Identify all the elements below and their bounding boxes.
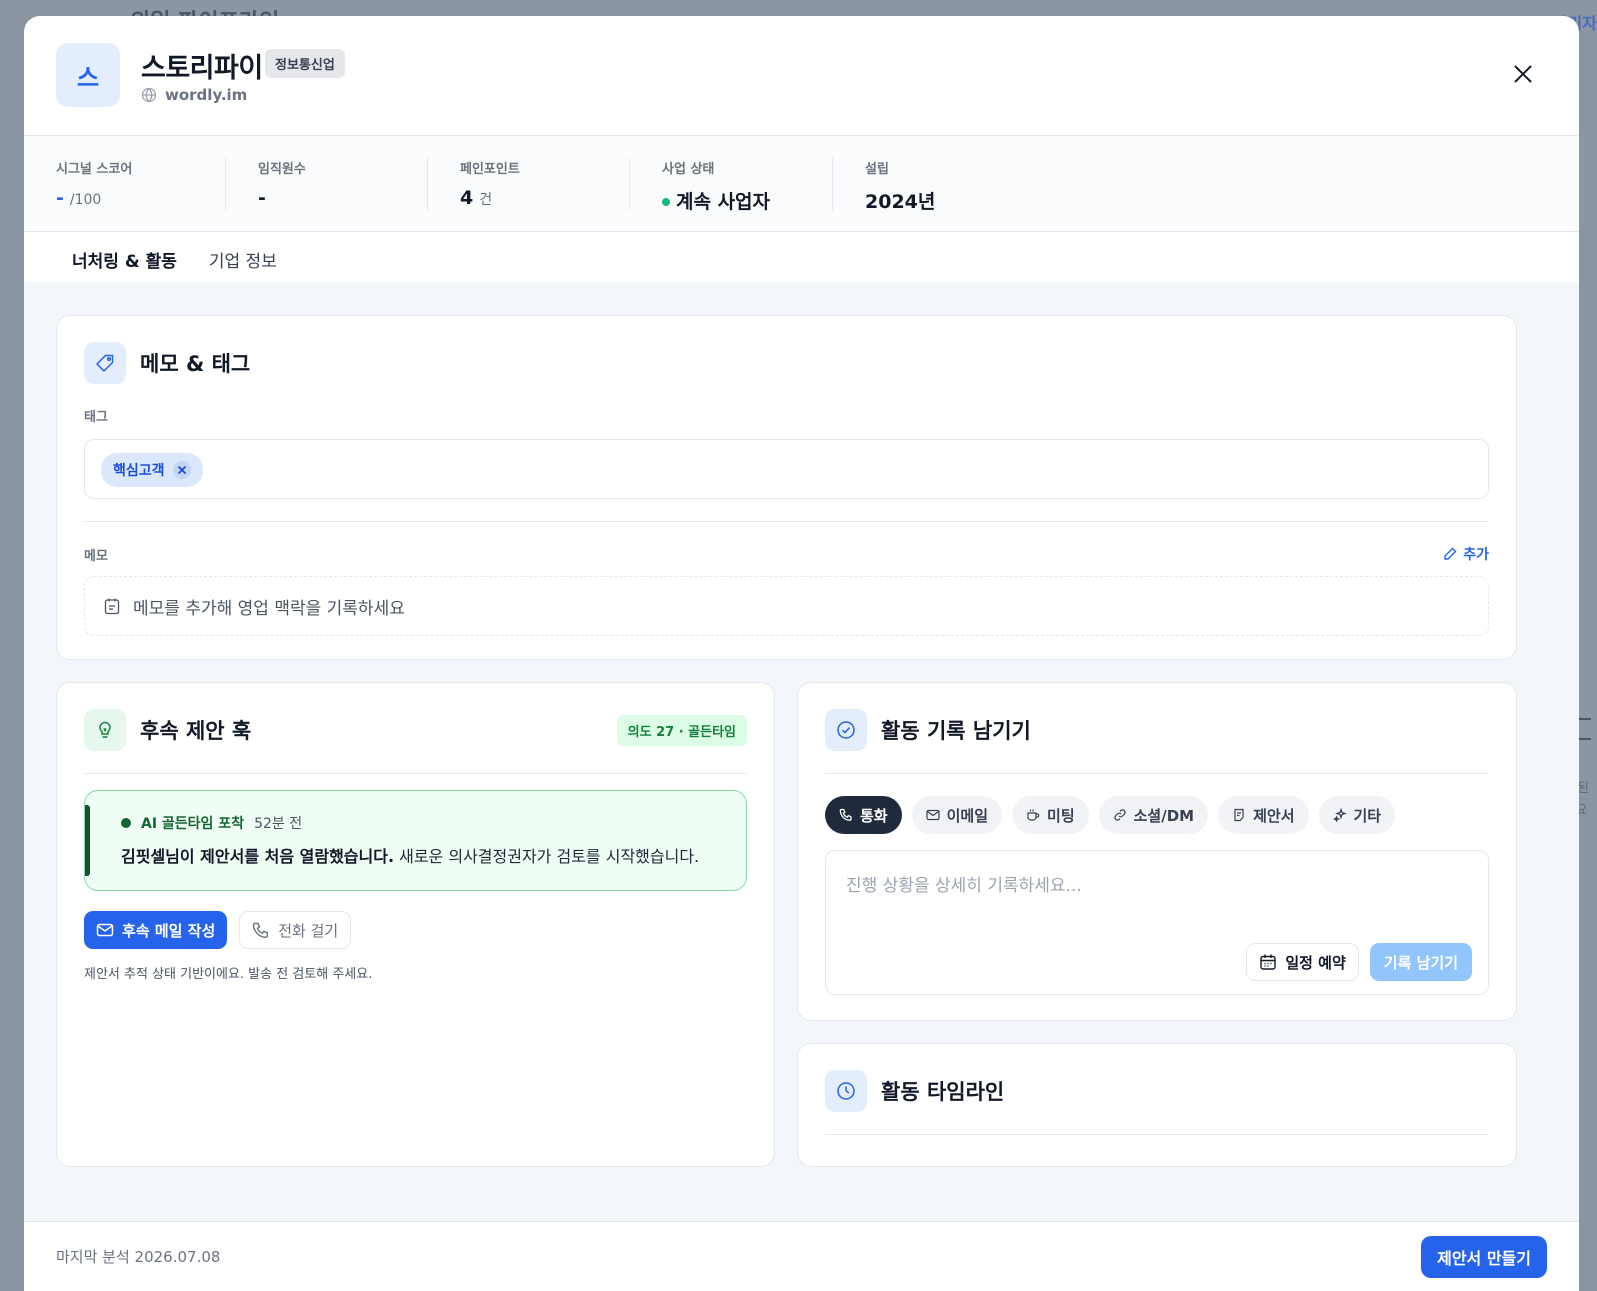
phone-icon (253, 922, 269, 939)
alert-message: 김핏셀님이 제안서를 처음 열람했습니다. 새로운 의사결정권자가 검토를 시작… (121, 847, 700, 866)
founded-value: 2024년 (865, 191, 936, 213)
divider (825, 773, 1489, 774)
company-detail-modal: 스 스토리파이 정보통신업 wordly.im 시그널 스코어 - /100 임… (24, 16, 1579, 1291)
submit-log-button[interactable]: 기록 남기기 (1369, 943, 1472, 981)
stat-label: 사업 상태 (662, 162, 715, 177)
divider (84, 521, 1489, 522)
tab-content: 메모 & 태그 태그 핵심고객 메모 추가 메모를 추가해 영업 맥락을 기록하… (24, 282, 1579, 1221)
industry-badge: 정보통신업 (265, 49, 345, 78)
followup-hook-card: 후속 제안 훅 의도 27 · 골든타임 AI 골든타임 포착 52분 전 김핏… (56, 682, 775, 1167)
company-website[interactable]: wordly.im (141, 86, 247, 104)
tag-remove-button[interactable] (172, 461, 191, 479)
stat-label: 임직원수 (258, 162, 306, 177)
sparkle-icon (1332, 808, 1347, 822)
type-chip-meeting[interactable]: 미팅 (1012, 796, 1089, 834)
type-chip-other[interactable]: 기타 (1318, 796, 1396, 834)
stat-signal-score: 시그널 스코어 - /100 (56, 158, 226, 210)
divider (825, 1134, 1489, 1135)
signal-score-value: - (56, 187, 64, 209)
pencil-icon (1444, 547, 1457, 560)
status-dot-icon (662, 198, 670, 206)
website-text: wordly.im (165, 86, 248, 104)
type-chip-social[interactable]: 소셜/DM (1098, 796, 1209, 834)
pain-points-value: 4 (460, 187, 474, 209)
last-analysis-text: 마지막 분석 2026.07.08 (56, 1248, 221, 1266)
lightbulb-icon (84, 709, 126, 751)
tag-chip-label: 핵심고객 (113, 463, 165, 479)
type-chip-call[interactable]: 통화 (825, 796, 902, 834)
schedule-button[interactable]: 일정 예약 (1246, 943, 1359, 981)
clock-icon (825, 1070, 867, 1112)
coffee-icon (1027, 809, 1040, 821)
tab-bar: 너처링 & 활동 기업 정보 (24, 232, 1579, 287)
followup-helper-text: 제안서 추적 상태 기반이에요. 발송 전 검토해 주세요. (84, 967, 373, 982)
business-status-value: 계속 사업자 (676, 191, 771, 213)
pain-points-unit: 건 (479, 192, 493, 208)
write-followup-email-button[interactable]: 후속 메일 작성 (84, 911, 228, 949)
stat-label: 페인포인트 (460, 162, 520, 177)
alert-label: AI 골든타임 포착 (141, 816, 245, 832)
tags-label: 태그 (84, 410, 108, 425)
company-logo: 스 (56, 43, 120, 107)
alert-dot-icon (121, 818, 131, 828)
type-chip-email[interactable]: 이메일 (911, 796, 1003, 834)
close-icon (1514, 65, 1532, 83)
add-memo-button[interactable]: 추가 (1443, 544, 1489, 564)
tag-chip: 핵심고객 (101, 453, 203, 487)
type-chip-proposal[interactable]: 제안서 (1218, 796, 1309, 834)
divider (84, 773, 747, 774)
followup-title: 후속 제안 훅 (140, 719, 252, 743)
memo-tags-title: 메모 & 태그 (140, 352, 251, 376)
call-button[interactable]: 전화 걸기 (239, 911, 352, 949)
activity-log-textarea[interactable]: 진행 상황을 상세히 기록하세요... 일정 예약 기록 남기기 (825, 850, 1489, 995)
tag-icon (84, 342, 126, 384)
check-circle-icon (825, 709, 867, 751)
stat-label: 시그널 스코어 (56, 162, 133, 177)
memo-empty-placeholder[interactable]: 메모를 추가해 영업 맥락을 기록하세요 (84, 576, 1489, 636)
tab-company-info[interactable]: 기업 정보 (193, 232, 293, 286)
activity-log-title: 활동 기록 남기기 (881, 719, 1031, 743)
modal-header: 스 스토리파이 정보통신업 wordly.im (24, 16, 1579, 136)
stat-business-status: 사업 상태 계속 사업자 (662, 158, 833, 213)
document-icon (1234, 808, 1244, 822)
tag-input-box[interactable]: 핵심고객 (84, 439, 1489, 499)
activity-type-selector: 통화 이메일 미팅 소셜/DM 제안서 기타 (825, 796, 1489, 834)
mail-icon (96, 923, 114, 937)
notepad-icon (104, 598, 120, 615)
stat-founded: 설립 2024년 (865, 158, 985, 213)
stats-bar: 시그널 스코어 - /100 임직원수 - 페인포인트 4 건 사업 상태 계속… (24, 136, 1579, 232)
employees-value: - (258, 187, 266, 209)
create-proposal-button[interactable]: 제안서 만들기 (1421, 1235, 1547, 1278)
link-icon (1114, 809, 1126, 821)
modal-footer: 마지막 분석 2026.07.08 제안서 만들기 (24, 1221, 1579, 1291)
company-name: 스토리파이 (141, 53, 263, 84)
golden-time-alert: AI 골든타임 포착 52분 전 김핏셀님이 제안서를 처음 열람했습니다. 새… (84, 790, 747, 891)
stat-employees: 임직원수 - (258, 158, 428, 210)
tab-nurturing-activity[interactable]: 너처링 & 활동 (56, 232, 193, 286)
calendar-icon (1260, 954, 1277, 970)
activity-timeline-card: 활동 타임라인 (797, 1043, 1517, 1167)
alert-time: 52분 전 (254, 816, 303, 832)
stat-label: 설립 (865, 162, 889, 177)
signal-score-unit: /100 (69, 192, 102, 208)
activity-log-card: 활동 기록 남기기 통화 이메일 미팅 소셜/DM 제안서 기타 진행 상황을 … (797, 682, 1517, 1021)
memo-tags-card: 메모 & 태그 태그 핵심고객 메모 추가 메모를 추가해 영업 맥락을 기록하… (56, 315, 1517, 660)
stat-pain-points: 페인포인트 4 건 (460, 158, 630, 210)
mail-icon (926, 809, 940, 821)
memo-label: 메모 (84, 548, 108, 564)
intent-badge: 의도 27 · 골든타임 (616, 714, 747, 746)
timeline-title: 활동 타임라인 (881, 1080, 1005, 1104)
phone-icon (839, 808, 852, 821)
close-button[interactable] (1511, 62, 1535, 86)
close-icon (177, 465, 186, 475)
globe-icon (141, 87, 157, 103)
